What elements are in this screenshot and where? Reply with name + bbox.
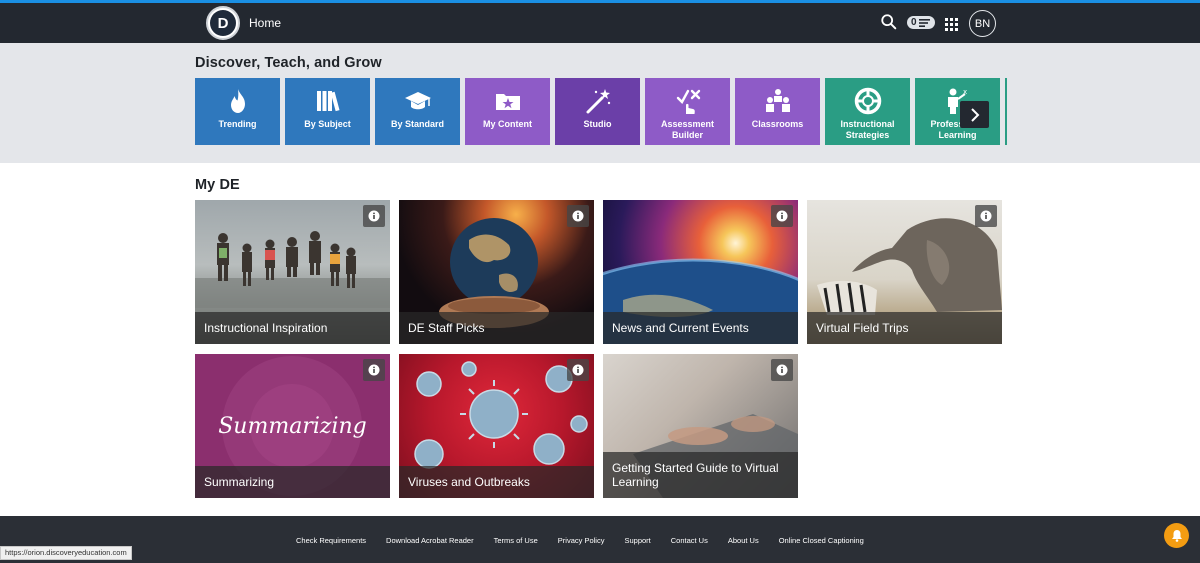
grid-icon[interactable] (945, 18, 958, 31)
svg-text:x: x (963, 88, 967, 96)
info-icon (368, 364, 380, 376)
card-caption: News and Current Events (603, 312, 798, 344)
info-button[interactable] (975, 205, 997, 227)
status-bar-url: https://orion.discoveryeducation.com (0, 546, 132, 560)
discovery-education-logo[interactable]: D (206, 6, 240, 40)
tile-my-content[interactable]: My Content (465, 78, 550, 145)
info-icon (776, 210, 788, 222)
card-getting-started-guide[interactable]: Getting Started Guide to Virtual Learnin… (603, 354, 798, 498)
tile-overflow-edge (1005, 78, 1007, 145)
info-icon (980, 210, 992, 222)
card-instructional-inspiration[interactable]: Instructional Inspiration (195, 200, 390, 344)
notification-count: 0 (911, 16, 917, 28)
card-news-current-events[interactable]: News and Current Events (603, 200, 798, 344)
footer: Check Requirements Download Acrobat Read… (0, 516, 1200, 563)
books-icon (316, 91, 340, 112)
card-viruses-outbreaks[interactable]: Viruses and Outbreaks (399, 354, 594, 498)
discover-section-title: Discover, Teach, and Grow (195, 55, 382, 71)
info-button[interactable] (567, 359, 589, 381)
home-link[interactable]: Home (249, 16, 281, 30)
card-caption: Virtual Field Trips (807, 312, 1002, 344)
tile-by-standard[interactable]: By Standard (375, 78, 460, 145)
tile-label: My Content (483, 119, 532, 129)
star-folder-icon (495, 94, 520, 110)
magic-wand-icon (586, 89, 610, 114)
graduation-cap-icon (404, 92, 431, 110)
notification-bell-button[interactable] (1164, 523, 1189, 548)
tile-assessment-builder[interactable]: Assessment Builder (645, 78, 730, 145)
tile-label: By Standard (390, 119, 444, 129)
info-button[interactable] (567, 205, 589, 227)
tile-by-subject[interactable]: By Subject (285, 78, 370, 145)
check-cross-icon (676, 89, 700, 114)
card-caption: Instructional Inspiration (195, 312, 390, 344)
tile-label: By Subject (304, 119, 351, 129)
tile-trending[interactable]: Trending (195, 78, 280, 145)
tile-label: Studio (583, 119, 612, 129)
card-caption: Summarizing (195, 466, 390, 498)
info-button[interactable] (363, 205, 385, 227)
footer-link-privacy-policy[interactable]: Privacy Policy (558, 536, 605, 545)
bell-icon (1171, 530, 1182, 542)
footer-link-about-us[interactable]: About Us (728, 536, 759, 545)
tile-label: Instructional Strategies (840, 119, 895, 140)
tile-instructional-strategies[interactable]: Instructional Strategies (825, 78, 910, 145)
tile-studio[interactable]: Studio (555, 78, 640, 145)
footer-link-support[interactable]: Support (624, 536, 650, 545)
my-de-section-title: My DE (195, 177, 240, 193)
info-icon (776, 364, 788, 376)
info-icon (572, 210, 584, 222)
notifications-button[interactable]: 0 (907, 16, 935, 29)
card-caption: Getting Started Guide to Virtual Learnin… (603, 452, 798, 498)
info-button[interactable] (363, 359, 385, 381)
menu-lines-icon (918, 18, 930, 27)
card-caption: Viruses and Outbreaks (399, 466, 594, 498)
footer-link-terms-of-use[interactable]: Terms of Use (494, 536, 538, 545)
search-icon[interactable] (880, 13, 898, 31)
lifebuoy-icon (854, 87, 881, 115)
card-virtual-field-trips[interactable]: Virtual Field Trips (807, 200, 1002, 344)
card-caption: DE Staff Picks (399, 312, 594, 344)
info-icon (368, 210, 380, 222)
top-nav-bar: D Home 0 BN (0, 0, 1200, 43)
footer-link-download-acrobat[interactable]: Download Acrobat Reader (386, 536, 474, 545)
info-button[interactable] (771, 359, 793, 381)
tile-label: Trending (218, 119, 257, 129)
footer-link-closed-captioning[interactable]: Online Closed Captioning (779, 536, 864, 545)
tile-label: Assessment Builder (660, 119, 715, 140)
info-icon (572, 364, 584, 376)
card-summarizing[interactable]: Summarizing Summarizing (195, 354, 390, 498)
people-group-icon (765, 89, 790, 112)
summarizing-art-text: Summarizing (218, 414, 367, 439)
tile-label: Classrooms (751, 119, 804, 129)
info-button[interactable] (771, 205, 793, 227)
footer-link-check-requirements[interactable]: Check Requirements (296, 536, 366, 545)
card-de-staff-picks[interactable]: DE Staff Picks (399, 200, 594, 344)
tiles-next-button[interactable] (960, 101, 989, 128)
logo-mark: D (210, 10, 236, 36)
flame-icon (230, 89, 245, 113)
footer-link-contact-us[interactable]: Contact Us (671, 536, 708, 545)
user-avatar[interactable]: BN (969, 10, 996, 37)
chevron-right-icon (970, 107, 979, 122)
footer-links: Check Requirements Download Acrobat Read… (296, 536, 864, 545)
tile-classrooms[interactable]: Classrooms (735, 78, 820, 145)
